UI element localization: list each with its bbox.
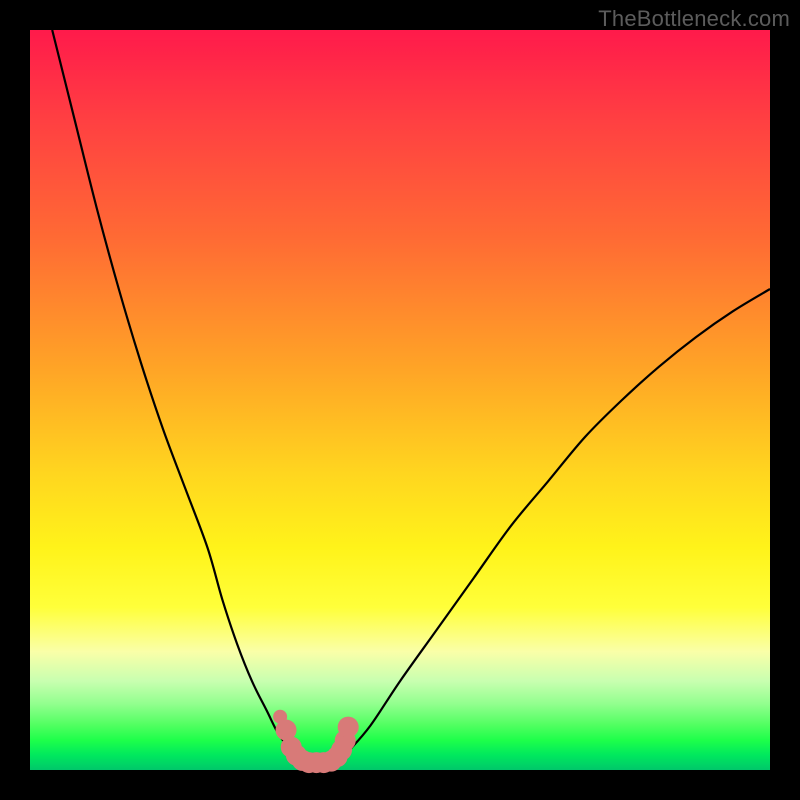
trough-markers xyxy=(273,710,359,773)
chart-svg xyxy=(30,30,770,770)
plot-area xyxy=(30,30,770,770)
trough-marker xyxy=(338,717,359,738)
bottleneck-curve xyxy=(52,30,770,763)
watermark-text: TheBottleneck.com xyxy=(598,6,790,32)
